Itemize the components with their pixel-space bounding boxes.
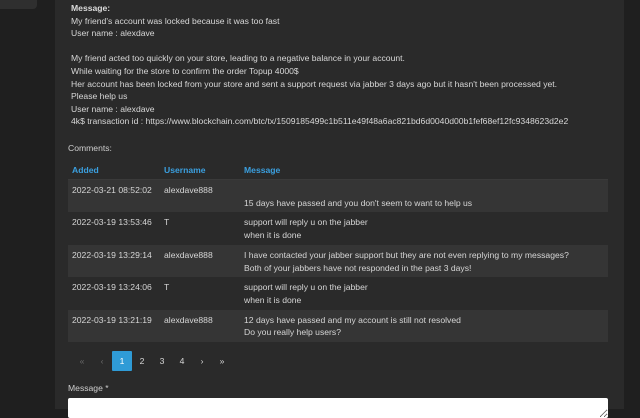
cell-username: T: [160, 277, 240, 310]
cell-message: support will reply u on the jabber when …: [240, 277, 608, 310]
table-row: 2022-03-19 13:24:06 T support will reply…: [68, 277, 608, 310]
table-row: 2022-03-19 13:21:19 alexdave888 12 days …: [68, 309, 608, 343]
cell-added: 2022-03-19 13:24:06: [68, 277, 160, 310]
cell-added: 2022-03-21 08:52:02: [68, 179, 160, 213]
cell-message: 12 days have passed and my account is st…: [240, 309, 608, 343]
table-row: 2022-03-19 13:53:46 T support will reply…: [68, 212, 608, 245]
cell-username: alexdave888: [160, 244, 240, 278]
cell-message: support will reply u on the jabber when …: [240, 212, 608, 245]
cell-message: 15 days have passed and you don't seem t…: [240, 179, 608, 213]
pagination-next-button[interactable]: ›: [192, 351, 212, 371]
pagination: « ‹ 1 2 3 4 › »: [72, 351, 232, 371]
sidebar-edge: [0, 0, 37, 9]
column-header-username: Username: [160, 160, 240, 180]
cell-added: 2022-03-19 13:21:19: [68, 309, 160, 343]
message-line: While waiting for the store to confirm t…: [71, 65, 299, 76]
comments-header-row: Added Username Message: [68, 160, 608, 180]
cell-message-line: I have contacted your jabber support but…: [244, 249, 569, 260]
cell-username: alexdave888: [160, 309, 240, 343]
message-line: User name : alexdave: [71, 28, 155, 39]
message-line: My friend's account was locked because i…: [71, 15, 280, 26]
pagination-page-2[interactable]: 2: [132, 351, 152, 371]
cell-username: T: [160, 212, 240, 245]
pagination-first-button[interactable]: «: [72, 351, 92, 371]
pagination-page-1[interactable]: 1: [112, 351, 132, 371]
ticket-panel: Message: My friend's account was locked …: [55, 0, 624, 418]
cell-message-line: [244, 184, 608, 197]
message-line: Please help us: [71, 91, 128, 102]
cell-username: alexdave888: [160, 179, 240, 213]
cell-message-line: support will reply u on the jabber: [244, 217, 368, 228]
cell-message-line: 12 days have passed and my account is st…: [244, 314, 461, 325]
message-line: My friend acted too quickly on your stor…: [71, 53, 405, 64]
message-line: User name : alexdave: [71, 103, 155, 114]
cell-message: I have contacted your jabber support but…: [240, 244, 608, 278]
cell-message-line: 15 days have passed and you don't seem t…: [244, 197, 473, 208]
ticket-message: Message: My friend's account was locked …: [71, 2, 619, 128]
pagination-last-button[interactable]: »: [212, 351, 232, 371]
column-header-added: Added: [68, 160, 160, 180]
cell-message-line: Both of your jabbers have not responded …: [244, 262, 472, 273]
message-line: Her account has been locked from your st…: [71, 78, 558, 89]
cell-message-line: support will reply u on the jabber: [244, 282, 368, 293]
pagination-page-3[interactable]: 3: [152, 351, 172, 371]
cell-added: 2022-03-19 13:53:46: [68, 212, 160, 245]
message-title: Message:: [71, 3, 111, 13]
comments-heading: Comments:: [68, 143, 112, 153]
table-row: 2022-03-19 13:29:14 alexdave888 I have c…: [68, 244, 608, 278]
message-line-transaction: 4k$ transaction id : https://www.blockch…: [71, 116, 569, 127]
reply-message-field[interactable]: [68, 398, 608, 418]
reply-message-label: Message *: [68, 383, 109, 393]
cell-message-line: when it is done: [244, 230, 302, 241]
comments-table: Added Username Message 2022-03-21 08:52:…: [68, 160, 608, 343]
pagination-prev-button[interactable]: ‹: [92, 351, 112, 371]
cell-added: 2022-03-19 13:29:14: [68, 244, 160, 278]
pagination-page-4[interactable]: 4: [172, 351, 192, 371]
column-header-message: Message: [240, 160, 608, 180]
cell-message-line: when it is done: [244, 294, 302, 305]
table-row: 2022-03-21 08:52:02 alexdave888 15 days …: [68, 179, 608, 213]
cell-message-line: Do you really help users?: [244, 327, 341, 338]
